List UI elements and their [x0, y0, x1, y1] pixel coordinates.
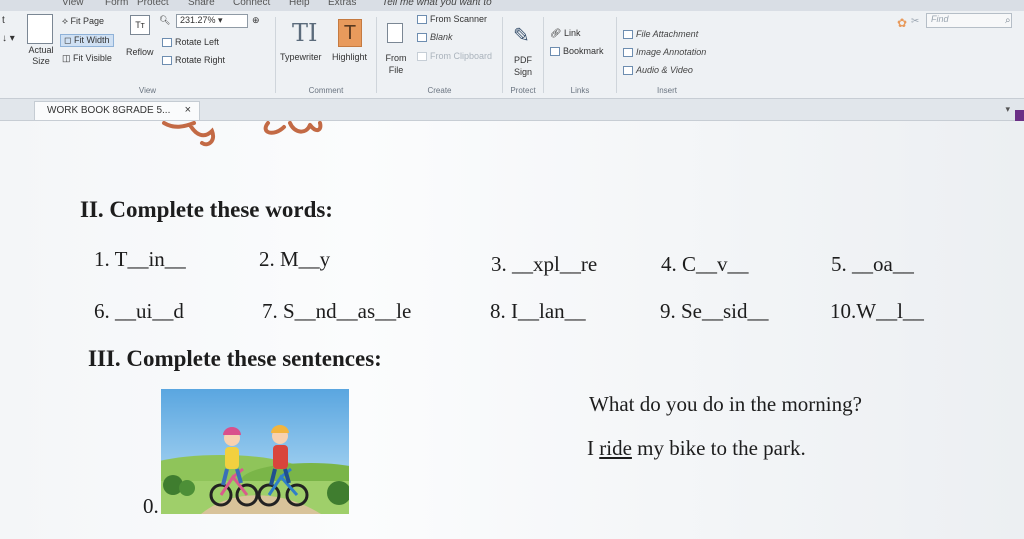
menu-connect[interactable]: Connect — [233, 0, 270, 8]
word-item: 5. __oa__ — [831, 252, 914, 276]
document-page: II. Complete these words: 1. T__in__ 2. … — [0, 121, 1024, 539]
blank-page-icon — [417, 33, 427, 43]
bookmark-icon — [550, 47, 560, 57]
word-item: 10.W__l__ — [830, 299, 924, 323]
close-icon[interactable]: × — [185, 102, 191, 119]
tools-icon[interactable]: ✂ — [911, 16, 919, 27]
menu-help[interactable]: Help — [289, 0, 310, 8]
zoom-in-icon[interactable]: ⊕ — [252, 15, 260, 26]
fit-visible-button[interactable]: ◫ Fit Visible — [62, 53, 112, 64]
view-group: t ↓ ▾ Actual Size ⟡ Fit Page ◻ Fit Width… — [0, 11, 275, 99]
link-button[interactable]: 🔗︎ Link — [550, 28, 580, 39]
tab-menu-icon[interactable]: ▾ — [1005, 104, 1010, 115]
from-clipboard-button[interactable]: From Clipboard — [417, 51, 492, 62]
comment-group-label: Comment — [308, 86, 344, 95]
word-item: 8. I__lan__ — [490, 299, 586, 323]
file-attachment-button[interactable]: File Attachment — [623, 29, 698, 40]
insert-group-label: Insert — [656, 86, 677, 95]
menu-bar: View Form Protect Share Connect Help Ext… — [0, 0, 1024, 11]
decorative-drawing — [162, 121, 323, 147]
fit-visible-icon: ◫ — [62, 53, 74, 63]
scanner-icon — [417, 15, 427, 25]
kids-riding-bikes-image — [161, 389, 349, 514]
attachment-icon — [623, 30, 633, 40]
search-icon[interactable]: ⌕ — [1005, 15, 1011, 26]
tell-me-search[interactable]: Tell me what you want to — [382, 0, 492, 8]
document-tab-bar: WORK BOOK 8GRADE 5... × ▾ — [0, 99, 1024, 121]
from-file-icon — [387, 23, 403, 43]
highlight-button[interactable]: Highlight — [332, 52, 367, 62]
answer-text: I ride my bike to the park. — [587, 436, 806, 461]
word-item: 7. S__nd__as__le — [262, 299, 412, 323]
typewriter-icon: TI — [292, 19, 318, 47]
settings-icon[interactable]: ✿ — [897, 16, 907, 30]
zoom-out-icon[interactable]: 🔍︎ — [159, 15, 170, 26]
word-item: 3. __xpl__re — [491, 252, 598, 276]
menu-protect[interactable]: Protect — [137, 0, 169, 8]
links-group-label: Links — [570, 86, 590, 95]
section-2-heading: II. Complete these words: — [80, 197, 333, 222]
word-item: 4. C__v__ — [661, 252, 749, 276]
question-text: What do you do in the morning? — [589, 392, 862, 416]
blank-button[interactable]: Blank — [417, 32, 453, 43]
section-3-heading: III. Complete these sentences: — [88, 346, 382, 371]
from-file-button[interactable]: From File — [383, 52, 409, 76]
create-group-label: Create — [427, 86, 452, 95]
comment-group: TI T Typewriter Highlight Comment — [276, 11, 376, 99]
bookmark-button[interactable]: Bookmark — [550, 46, 604, 57]
menu-view[interactable]: View — [62, 0, 84, 8]
menu-share[interactable]: Share — [188, 0, 215, 8]
links-group: 🔗︎ Link Bookmark Links — [544, 11, 616, 99]
protect-group-label: Protect — [510, 86, 536, 95]
menu-extras[interactable]: Extras — [328, 0, 356, 8]
audio-video-button[interactable]: Audio & Video — [623, 65, 693, 76]
find-input[interactable]: Find — [926, 13, 1012, 28]
reflow-icon: Tт — [130, 15, 150, 35]
item-number: 0. — [143, 494, 159, 518]
view-group-label: View — [138, 86, 157, 95]
menu-form[interactable]: Form — [105, 0, 128, 8]
image-icon — [623, 48, 633, 58]
media-icon — [623, 66, 633, 76]
zoom-field[interactable]: 231.27% ▾ — [176, 14, 248, 28]
ribbon: t ↓ ▾ Actual Size ⟡ Fit Page ◻ Fit Width… — [0, 11, 1024, 99]
answer-suffix: my bike to the park. — [631, 436, 806, 460]
word-item: 9. Se__sid__ — [660, 299, 769, 323]
rotate-left-button[interactable]: Rotate Left — [162, 37, 219, 48]
word-item: 2. M__y — [259, 247, 331, 271]
pdf-sign-button[interactable]: PDF Sign — [511, 54, 535, 78]
insert-group: File Attachment Image Annotation Audio &… — [617, 11, 717, 99]
reflow-button[interactable]: Reflow — [126, 47, 154, 57]
document-tab-title: WORK BOOK 8GRADE 5... — [47, 105, 171, 116]
pen-sign-icon: ✎ — [513, 25, 530, 47]
rotate-right-icon — [162, 56, 172, 66]
protect-group: ✎ PDF Sign Protect — [503, 11, 543, 99]
actual-size-icon — [27, 14, 53, 44]
ribbon-left-marker: t — [2, 15, 5, 26]
rotate-right-button[interactable]: Rotate Right — [162, 55, 225, 66]
fit-width-icon: ◻ — [64, 35, 74, 45]
rotate-left-icon — [162, 38, 172, 48]
highlight-icon: T — [338, 19, 362, 47]
image-annotation-button[interactable]: Image Annotation — [623, 47, 706, 58]
word-item: 1. T__in__ — [94, 247, 186, 271]
word-item: 6. __ui__d — [94, 299, 184, 323]
answer-underlined-word: ride — [599, 436, 632, 460]
typewriter-button[interactable]: Typewriter — [280, 52, 322, 62]
from-scanner-button[interactable]: From Scanner — [417, 14, 487, 25]
fit-page-button[interactable]: ⟡ Fit Page — [62, 16, 104, 27]
document-tab[interactable]: WORK BOOK 8GRADE 5... × — [34, 101, 200, 120]
link-icon: 🔗︎ — [550, 28, 564, 38]
fit-width-button[interactable]: ◻ Fit Width — [60, 34, 114, 47]
ribbon-left-marker-2: ↓ ▾ — [2, 33, 15, 44]
clipboard-icon — [417, 52, 427, 62]
actual-size-button[interactable]: Actual Size — [26, 45, 56, 67]
create-group: From File From Scanner Blank From Clipbo… — [377, 11, 502, 99]
answer-prefix: I — [587, 436, 600, 460]
